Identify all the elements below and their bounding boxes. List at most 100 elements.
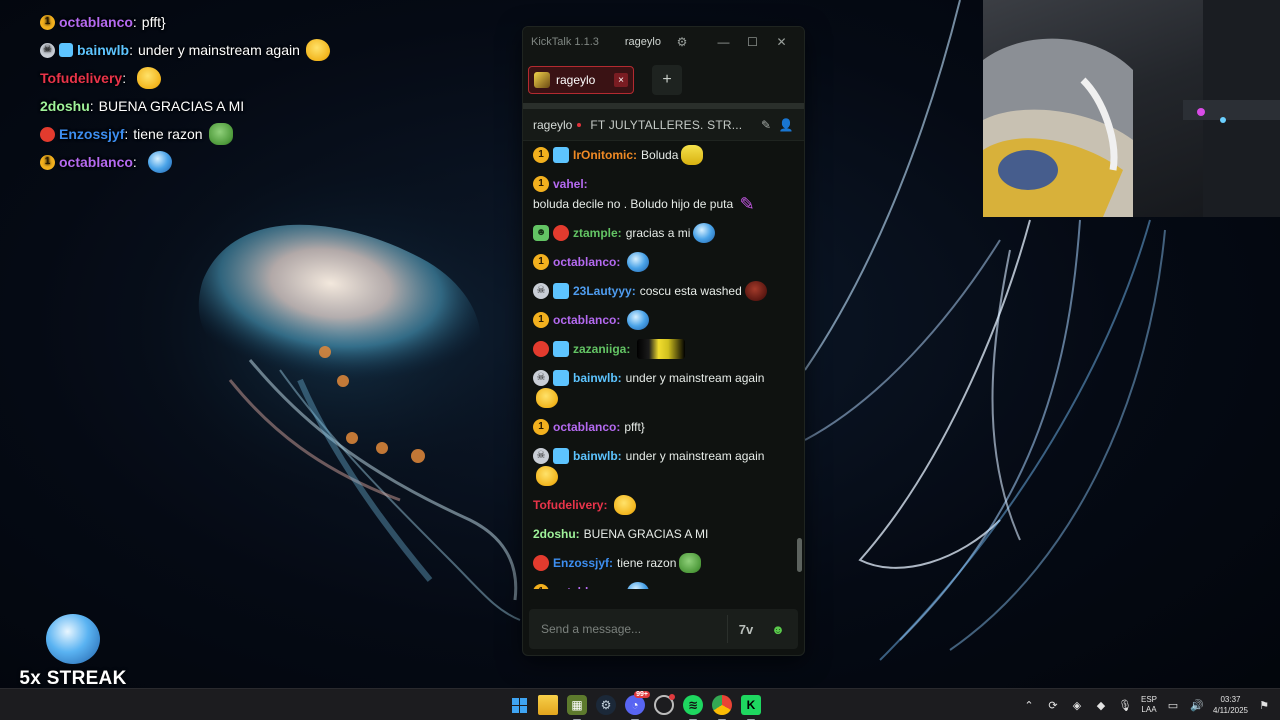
globe-emote-icon[interactable]: [693, 223, 716, 243]
steam-icon[interactable]: ⚙: [596, 695, 616, 715]
overlay-chat-line: ☠ bainwlb: under y mainstream again: [40, 36, 460, 64]
display-icon[interactable]: ▭: [1165, 699, 1181, 712]
chat-scrollbar-thumb[interactable]: [797, 538, 802, 572]
discord-icon[interactable]: ◔ 99+: [625, 691, 650, 720]
file-explorer-icon[interactable]: [538, 695, 558, 715]
close-tab-icon[interactable]: ×: [614, 73, 628, 87]
chat-message[interactable]: 1 octablanco: pfft}: [533, 413, 786, 442]
chat-message-text: tiene razon: [617, 556, 677, 570]
duck-emote-icon[interactable]: [536, 466, 558, 486]
overlay-chat-line: Enzossjyf: tiene razon: [40, 120, 460, 148]
sticker-emote-icon[interactable]: [681, 145, 704, 165]
settings-gear-icon[interactable]: ⚙: [675, 35, 689, 49]
chat-username[interactable]: zazaniiga:: [573, 339, 630, 359]
spotify-icon[interactable]: ≋: [683, 695, 703, 720]
gold-badge-icon: 1: [533, 176, 549, 192]
wide-emote-icon[interactable]: [637, 339, 686, 359]
chat-message[interactable]: 2doshu: BUENA GRACIAS A MI: [533, 520, 786, 549]
game-launcher-icon[interactable]: ▦: [567, 695, 587, 720]
channel-name[interactable]: rageylo: [533, 118, 572, 132]
clock[interactable]: 03:37 4/11/2025: [1213, 694, 1248, 716]
feather-emote-icon[interactable]: ✎: [736, 194, 758, 214]
chat-username[interactable]: bainwlb:: [573, 446, 622, 466]
chat-message[interactable]: 1octablanco:: [533, 248, 786, 277]
webcam-image: [983, 0, 1280, 217]
chevron-up-icon[interactable]: ⌃: [1021, 699, 1037, 712]
red-badge-icon: [553, 225, 569, 241]
globe-emote-icon[interactable]: [627, 252, 650, 272]
frog-emote-icon[interactable]: [208, 123, 233, 145]
chrome-icon[interactable]: [712, 695, 732, 720]
chat-message[interactable]: 1 vahel: boluda decile no . Boludo hijo de…: [533, 170, 786, 219]
add-tab-button[interactable]: +: [652, 65, 682, 95]
shield-icon[interactable]: ◆: [1093, 699, 1109, 712]
chat-username[interactable]: IrOnitomic:: [573, 145, 637, 165]
chat-message[interactable]: ☠ bainwlb: under y mainstream again: [533, 442, 786, 491]
chat-message-text: Boluda: [641, 148, 679, 162]
maximize-icon[interactable]: ☐: [738, 35, 767, 49]
volume-icon[interactable]: 🔊: [1189, 699, 1205, 712]
clock-app-icon[interactable]: [654, 694, 675, 715]
7tv-emote-icon[interactable]: 7v: [732, 616, 760, 642]
chat-message[interactable]: 1octablanco:: [533, 306, 786, 335]
sub-badge-icon: [553, 341, 569, 357]
globe-emote-icon[interactable]: [627, 582, 650, 589]
chat-message[interactable]: ☻ ztample: gracias a mi: [533, 219, 786, 248]
chat-message[interactable]: Enzossjyf: tiene razon: [533, 549, 786, 578]
chat-username[interactable]: octablanco:: [553, 582, 620, 589]
window-titlebar[interactable]: KickTalk 1.1.3 rageylo ⚙ — ☐ ✕: [523, 27, 804, 57]
frog-emote-icon[interactable]: [679, 553, 702, 573]
overlay-chat-line: 2doshu: BUENA GRACIAS A MI: [40, 92, 460, 120]
chat-messages[interactable]: 1 IrOnitomic: Boluda 1 vahel: boluda decile n…: [523, 141, 804, 589]
close-icon[interactable]: ✕: [767, 35, 796, 49]
globe-emote-icon[interactable]: [147, 151, 172, 173]
chat-message[interactable]: 1 IrOnitomic: Boluda: [533, 141, 786, 170]
account-username[interactable]: rageylo: [625, 36, 661, 48]
overlay-separator: :: [132, 14, 137, 30]
kick-emote-picker-icon[interactable]: ☻: [764, 616, 792, 642]
chat-username[interactable]: ztample:: [573, 223, 622, 243]
globe-emote-icon[interactable]: [627, 310, 650, 330]
duck-emote-icon[interactable]: [536, 388, 558, 408]
chat-message[interactable]: zazaniiga:: [533, 335, 786, 364]
kicktalk-window: KickTalk 1.1.3 rageylo ⚙ — ☐ ✕ rageylo ×…: [522, 26, 805, 656]
windows-start-icon[interactable]: [509, 695, 529, 715]
chat-username[interactable]: bainwlb:: [573, 368, 622, 388]
skull-badge-icon: ☠: [533, 448, 549, 464]
kick-icon[interactable]: K: [741, 695, 761, 720]
language-indicator[interactable]: ESP LAA: [1141, 695, 1157, 715]
duck-emote-icon[interactable]: [305, 39, 330, 61]
chat-username[interactable]: vahel:: [553, 174, 588, 194]
chat-message[interactable]: Tofudelivery:: [533, 491, 786, 520]
chat-message[interactable]: 1 octablanco:: [533, 578, 786, 589]
tab-rageylo[interactable]: rageylo ×: [528, 66, 634, 94]
network-app-icon[interactable]: ◈: [1069, 699, 1085, 712]
chat-username[interactable]: Enzossjyf:: [553, 553, 613, 573]
chat-message-text: gracias a mi: [625, 226, 691, 240]
sub-badge-icon: [553, 448, 569, 464]
message-input[interactable]: [541, 615, 728, 643]
gold-badge-icon: 1: [533, 254, 549, 270]
chat-message[interactable]: ☠ bainwlb: under y mainstream again: [533, 364, 786, 413]
chat-message[interactable]: ☠ 23Lautyyy: coscu esta washed: [533, 277, 786, 306]
chat-username[interactable]: 23Lautyyy:: [573, 281, 636, 301]
pin-icon[interactable]: ✎: [758, 118, 774, 132]
chat-username[interactable]: octablanco:: [553, 417, 620, 437]
duck-emote-icon[interactable]: [137, 67, 162, 89]
duck-emote-icon[interactable]: [614, 495, 637, 515]
skull-badge-icon: ☠: [533, 283, 549, 299]
red-badge-icon: [40, 126, 55, 142]
sync-icon[interactable]: ⟳: [1045, 699, 1061, 712]
gold-badge-icon: 1: [533, 584, 549, 589]
chat-username[interactable]: octablanco:: [553, 310, 620, 330]
microphone-icon[interactable]: 🎙: [1117, 699, 1133, 712]
chat-username[interactable]: Tofudelivery:: [533, 495, 607, 515]
notifications-icon[interactable]: ⚑: [1256, 699, 1272, 712]
minimize-icon[interactable]: —: [709, 35, 738, 49]
clock-time: 03:37: [1220, 695, 1241, 704]
brown-emote-icon[interactable]: [744, 281, 767, 301]
user-list-icon[interactable]: 👤: [778, 118, 794, 132]
chat-username[interactable]: 2doshu:: [533, 524, 580, 544]
channel-avatar: [534, 72, 550, 88]
chat-username[interactable]: octablanco:: [553, 252, 620, 272]
